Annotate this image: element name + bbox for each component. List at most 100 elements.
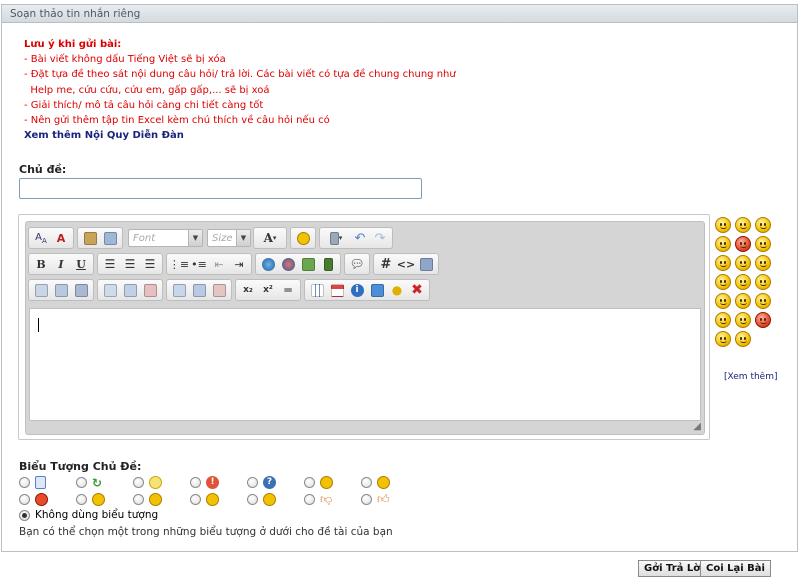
post-icon-radio[interactable]: [247, 477, 258, 488]
smiley-icon[interactable]: [735, 331, 751, 347]
ordered-list-icon[interactable]: ⋮≡: [169, 255, 189, 273]
post-icon-option[interactable]: [133, 476, 190, 489]
post-icon-radio[interactable]: [247, 494, 258, 505]
post-icon-radio[interactable]: [190, 477, 201, 488]
bold-icon[interactable]: B: [32, 255, 50, 273]
post-icon-option[interactable]: ?: [247, 476, 304, 489]
superscript-icon[interactable]: x²: [259, 281, 277, 299]
indent-icon[interactable]: ⇥: [230, 255, 248, 273]
post-icon-radio[interactable]: [76, 494, 87, 505]
subscript-icon[interactable]: x₂: [239, 281, 257, 299]
post-icon-option[interactable]: 👎︎: [304, 492, 361, 507]
smiley-icon[interactable]: [735, 274, 751, 290]
smiley-icon[interactable]: [294, 229, 312, 247]
post-icon-option[interactable]: [19, 493, 76, 506]
smiley-icon[interactable]: [715, 236, 731, 252]
smiley-icon[interactable]: [735, 293, 751, 309]
undo-icon[interactable]: ↶: [351, 229, 369, 247]
table-props-icon[interactable]: [32, 281, 50, 299]
post-icon-radio[interactable]: [76, 477, 87, 488]
smiley-icon[interactable]: [715, 217, 731, 233]
underline-icon[interactable]: U: [72, 255, 90, 273]
attachment-icon[interactable]: ▾: [323, 229, 349, 247]
align-right-icon[interactable]: ☰: [141, 255, 159, 273]
smiley-icon[interactable]: [715, 274, 731, 290]
row-props-icon[interactable]: [72, 281, 90, 299]
align-center-icon[interactable]: ☰: [121, 255, 139, 273]
paste-text-icon[interactable]: [81, 229, 99, 247]
post-icon-option[interactable]: [190, 493, 247, 506]
post-icon-radio[interactable]: [133, 494, 144, 505]
smilies-see-more-link[interactable]: [Xem thêm]: [724, 372, 778, 382]
smiley-icon[interactable]: [755, 255, 771, 271]
submit-reply-button[interactable]: Gởi Trả Lời: [638, 560, 710, 577]
post-icon-option[interactable]: 👍︎: [361, 492, 418, 507]
cell-props-icon[interactable]: [52, 281, 70, 299]
angry-smiley-icon[interactable]: [755, 312, 771, 328]
post-icon-radio[interactable]: [133, 477, 144, 488]
smiley-icon[interactable]: [755, 217, 771, 233]
outdent-icon[interactable]: ⇤: [210, 255, 228, 273]
resize-handle-icon[interactable]: ◢: [693, 421, 701, 432]
smiley-icon[interactable]: [755, 236, 771, 252]
post-icon-radio[interactable]: [19, 494, 30, 505]
delete-row-icon[interactable]: [141, 281, 159, 299]
insert-col-after-icon[interactable]: [190, 281, 208, 299]
unlink-icon[interactable]: [279, 255, 297, 273]
smiley-icon[interactable]: [735, 255, 751, 271]
table-icon[interactable]: [308, 281, 326, 299]
smiley-icon[interactable]: [715, 312, 731, 328]
post-icon-radio[interactable]: [304, 494, 315, 505]
quote-icon[interactable]: 💬︎: [348, 255, 366, 273]
italic-icon[interactable]: I: [52, 255, 70, 273]
image-gallery-icon[interactable]: [368, 281, 386, 299]
no-icon-radio[interactable]: [19, 509, 30, 521]
font-select[interactable]: Font ▼: [128, 229, 203, 247]
smiley-icon[interactable]: [715, 255, 731, 271]
post-icon-radio[interactable]: [361, 494, 372, 505]
smiley-icon[interactable]: [755, 293, 771, 309]
size-select[interactable]: Size ▼: [207, 229, 251, 247]
smiley-icon[interactable]: [715, 293, 731, 309]
paste-word-icon[interactable]: [101, 229, 119, 247]
image-icon[interactable]: [299, 255, 317, 273]
post-icon-option[interactable]: [19, 476, 76, 489]
subject-input[interactable]: [19, 178, 422, 199]
forum-rules-link[interactable]: Xem thêm Nội Quy Diễn Đàn: [24, 128, 456, 143]
preview-post-button[interactable]: Coi Lại Bài: [700, 560, 771, 577]
insert-row-after-icon[interactable]: [121, 281, 139, 299]
smiley-icon[interactable]: [735, 217, 751, 233]
smiley-icon[interactable]: [735, 312, 751, 328]
post-icon-option[interactable]: !: [190, 476, 247, 489]
insert-col-before-icon[interactable]: [170, 281, 188, 299]
calendar-icon[interactable]: [328, 281, 346, 299]
delete-col-icon[interactable]: [210, 281, 228, 299]
text-color-button[interactable]: A ▾: [257, 229, 283, 247]
post-icon-radio[interactable]: [19, 477, 30, 488]
angry-smiley-icon[interactable]: [735, 236, 751, 252]
spell-check-icon[interactable]: A: [52, 229, 70, 247]
post-icon-radio[interactable]: [304, 477, 315, 488]
smiley-icon[interactable]: [715, 331, 731, 347]
post-icon-option[interactable]: [76, 493, 133, 506]
unordered-list-icon[interactable]: •≡: [190, 255, 208, 273]
post-icon-option[interactable]: [247, 493, 304, 506]
hash-icon[interactable]: #: [377, 255, 395, 273]
post-icon-option[interactable]: [304, 476, 361, 489]
post-icon-option[interactable]: ↻: [76, 476, 133, 490]
remove-format-icon[interactable]: AA: [32, 229, 50, 247]
close-icon[interactable]: ✖: [408, 281, 426, 299]
message-textarea[interactable]: [29, 308, 701, 421]
insert-row-before-icon[interactable]: [101, 281, 119, 299]
post-icon-radio[interactable]: [190, 494, 201, 505]
info-icon[interactable]: i: [348, 281, 366, 299]
php-icon[interactable]: [417, 255, 435, 273]
post-icon-option[interactable]: [133, 493, 190, 506]
link-icon[interactable]: [259, 255, 277, 273]
code-icon[interactable]: <>: [397, 255, 415, 273]
post-icon-radio[interactable]: [361, 477, 372, 488]
video-icon[interactable]: [319, 255, 337, 273]
lightbulb-icon[interactable]: ●: [388, 281, 406, 299]
smiley-icon[interactable]: [755, 274, 771, 290]
no-icon-option[interactable]: Không dùng biểu tượng: [19, 509, 158, 521]
